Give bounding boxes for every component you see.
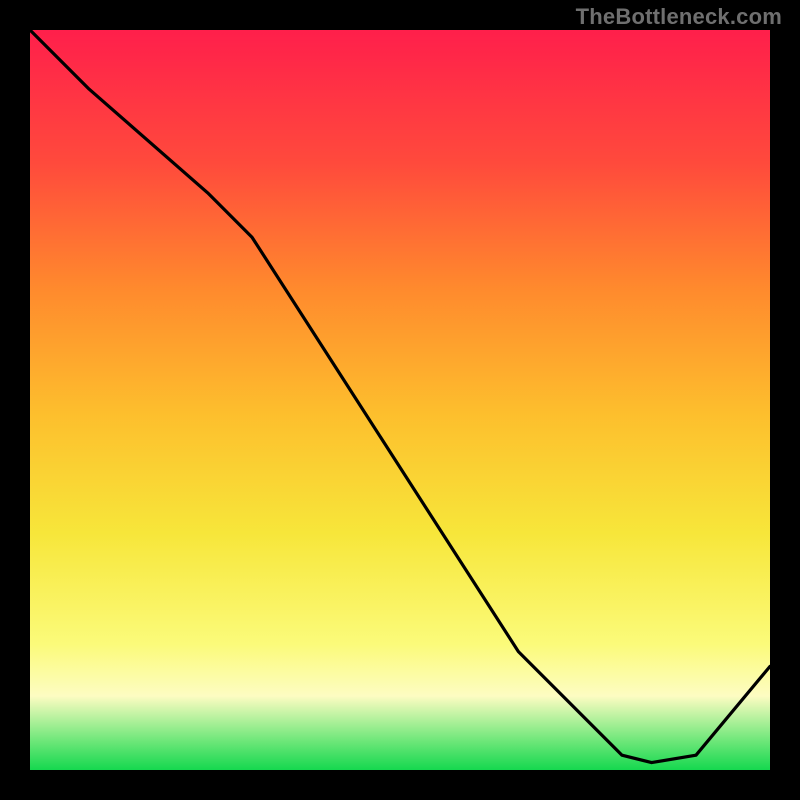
plot-area xyxy=(30,30,770,770)
chart-frame: TheBottleneck.com xyxy=(0,0,800,800)
watermark-text: TheBottleneck.com xyxy=(576,4,782,30)
bottleneck-curve xyxy=(30,30,770,770)
